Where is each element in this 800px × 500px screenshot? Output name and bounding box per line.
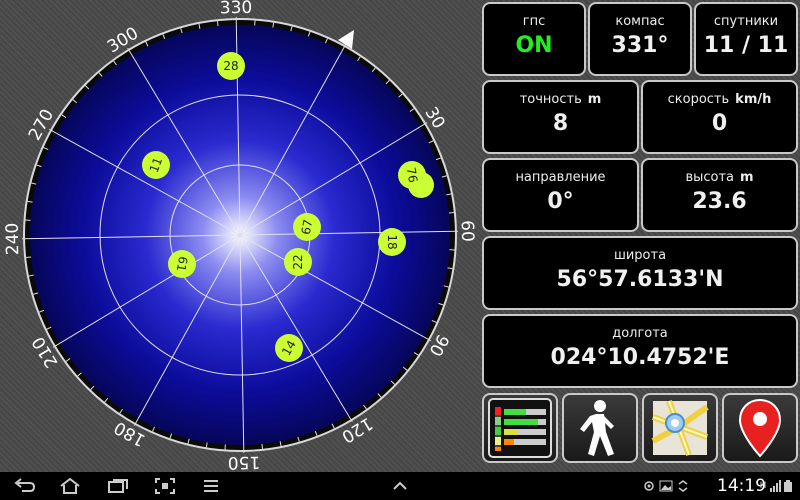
status-icons	[636, 472, 696, 500]
recent-apps-icon	[108, 479, 128, 493]
network-type: H	[759, 481, 767, 491]
satellite-marker[interactable]: 61	[168, 250, 196, 278]
back-button[interactable]	[10, 472, 40, 500]
satellites-label: спутники	[713, 14, 779, 29]
longitude-value: 024°10.4752'E	[550, 345, 730, 370]
network-indicator: H	[756, 472, 796, 500]
compass-tick	[448, 212, 454, 214]
satellite-id: 76	[404, 166, 420, 183]
satellite-marker[interactable]: 67	[293, 213, 321, 241]
home-icon	[60, 478, 80, 494]
direction-label: направление	[515, 170, 606, 185]
accuracy-label: точность	[519, 92, 582, 107]
chevron-up-icon	[393, 481, 407, 490]
map-button[interactable]	[642, 393, 718, 463]
compass-value: 331°	[611, 33, 669, 58]
speed-label: скорость	[667, 92, 730, 107]
compass-tick	[217, 21, 219, 27]
latitude-panel[interactable]: широта 56°57.6133'N	[482, 236, 798, 310]
compass-tick	[26, 256, 32, 258]
signal-icon	[770, 480, 782, 492]
degree-label: 60	[457, 220, 477, 242]
sync-icon	[678, 480, 688, 492]
screenshot-button[interactable]	[150, 472, 180, 500]
compass-tick	[261, 443, 263, 449]
battery-icon	[784, 480, 793, 492]
compass-panel[interactable]: компас 331°	[588, 2, 692, 76]
satellite-sky-view: 330 30 60 90 120 150 180 210 240 270 300…	[3, 0, 477, 470]
walking-person-icon	[580, 400, 614, 456]
location-pin-icon	[738, 398, 782, 458]
latitude-value: 56°57.6133'N	[556, 267, 724, 292]
menu-icon	[204, 480, 218, 492]
home-button[interactable]	[55, 472, 85, 500]
satellite-id: 22	[291, 254, 305, 269]
signal-strength-icon	[488, 398, 552, 458]
degree-label: 330	[220, 0, 253, 18]
direction-value: 0°	[547, 189, 574, 214]
satellites-value: 11 / 11	[703, 33, 789, 58]
latitude-label: широта	[613, 248, 667, 263]
satellite-marker[interactable]: 14	[275, 334, 303, 362]
satellites-panel[interactable]: спутники 11 / 11	[694, 2, 798, 76]
degree-label: 150	[228, 452, 261, 470]
system-nav-bar: 14:19 H	[0, 472, 800, 500]
gps-label: гпс	[522, 14, 546, 29]
accuracy-value: 8	[552, 111, 569, 136]
longitude-label: долгота	[612, 326, 668, 341]
gps-value: ON	[515, 33, 553, 58]
satellite-marker[interactable]: 22	[284, 248, 312, 276]
compass-label: компас	[615, 14, 665, 29]
altitude-value: 23.6	[692, 189, 747, 214]
menu-button[interactable]	[198, 472, 224, 500]
accuracy-unit: m	[587, 92, 602, 107]
satellite-id: 28	[223, 59, 238, 73]
satellite-id: 18	[385, 234, 399, 249]
satellite-marker[interactable]: 11	[142, 151, 170, 179]
walking-mode-button[interactable]	[562, 393, 638, 463]
satellite-marker[interactable]: 76	[398, 161, 426, 189]
satellite-marker[interactable]: 18	[378, 228, 406, 256]
speed-value: 0	[711, 111, 728, 136]
image-icon	[659, 480, 673, 492]
degree-label: 240	[3, 223, 24, 256]
recent-apps-button[interactable]	[103, 472, 133, 500]
screenshot-icon	[155, 478, 175, 494]
satellite-id: 67	[299, 218, 315, 235]
expand-button[interactable]	[388, 472, 412, 500]
gps-status-icon	[644, 481, 654, 491]
altitude-unit: m	[740, 170, 754, 185]
signal-bars-button[interactable]	[482, 393, 558, 463]
altitude-panel[interactable]: высота m 23.6	[641, 158, 798, 232]
longitude-panel[interactable]: долгота 024°10.4752'E	[482, 314, 798, 388]
map-icon	[651, 399, 709, 457]
direction-panel[interactable]: направление 0°	[482, 158, 639, 232]
satellite-id: 61	[174, 255, 190, 272]
speed-unit: km/h	[735, 92, 772, 107]
altitude-label: высота	[685, 170, 735, 185]
accuracy-panel[interactable]: точность m 8	[482, 80, 639, 154]
satellite-marker[interactable]: 28	[217, 52, 245, 80]
back-icon	[14, 478, 36, 492]
gps-status-panel[interactable]: гпс ON	[482, 2, 586, 76]
location-pin-button[interactable]	[722, 393, 798, 463]
speed-panel[interactable]: скорость km/h 0	[641, 80, 798, 154]
